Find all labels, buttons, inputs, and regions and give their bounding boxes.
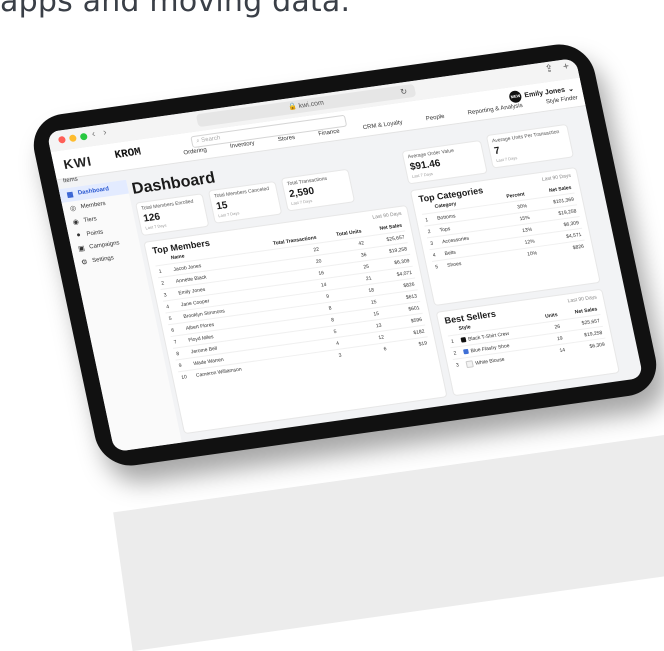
search-placeholder: Search [200, 135, 221, 144]
nav-item-people[interactable]: People [425, 114, 445, 122]
tablet-device: ‹ › 🔒 kwi.com ↻ ⇪ + KWI KROM ⌕ Search ME… [27, 40, 663, 470]
best-sellers-panel: Best Sellers Last 90 Days Style Units Ne… [435, 288, 620, 397]
user-icon: ◎ [69, 205, 77, 213]
nav-item-items[interactable]: Items [63, 177, 79, 185]
browser-actions: ⇪ + [544, 61, 570, 75]
lock-icon: 🔒 [287, 103, 298, 112]
megaphone-icon: ▣ [77, 245, 86, 253]
sidebar-item-label: Points [86, 228, 104, 238]
metric-card-aov: Average Order Value $91.46 Last 7 Days [401, 139, 488, 185]
gear-icon: ⚙ [80, 258, 89, 267]
maximize-window-button[interactable] [79, 132, 88, 141]
nav-item-stores[interactable]: Stores [277, 135, 295, 143]
back-icon[interactable]: ‹ [91, 129, 97, 140]
metric-card-upt: Average Units Per Transaction 7 Last 7 D… [485, 123, 575, 169]
nav-item-ordering[interactable]: Ordering [183, 147, 207, 156]
new-tab-icon[interactable]: + [562, 61, 570, 73]
sidebar-item-label: Dashboard [77, 186, 110, 197]
sidebar-item-label: Tiers [83, 216, 98, 224]
top-members-panel: Top Members Last 90 Days Name Total Tran… [143, 204, 448, 435]
metric-card-enrolled: Total Members Enrolled 126 Last 7 Days [135, 193, 210, 237]
nav-item-crm-loyalty[interactable]: CRM & Loyalty [362, 120, 403, 131]
kwi-logo[interactable]: KWI [62, 153, 93, 172]
url-text: kwi.com [298, 99, 325, 110]
reload-icon[interactable]: ↻ [399, 85, 409, 99]
blouse-thumbnail-icon [465, 359, 474, 368]
sidebar-item-label: Members [80, 200, 107, 211]
main-content: Dashboard Total Members Enrolled 126 Las… [130, 115, 639, 442]
share-icon[interactable]: ⇪ [544, 63, 555, 75]
background-floor [113, 428, 664, 651]
sidebar-item-label: Settings [91, 255, 115, 265]
close-window-button[interactable] [57, 135, 67, 144]
layers-icon: ◉ [72, 218, 80, 227]
coin-icon: ● [75, 231, 82, 240]
top-categories-panel: Top Categories Last 90 Days Category Per… [409, 166, 601, 307]
metric-card-canceled: Total Members Canceled 15 Last 7 Days [207, 180, 283, 224]
tablet-screen: ‹ › 🔒 kwi.com ↻ ⇪ + KWI KROM ⌕ Search ME… [46, 58, 644, 452]
sidebar-item-label: Campaigns [88, 240, 121, 251]
page-title: Dashboard [130, 169, 217, 198]
krom-logo[interactable]: KROM [114, 147, 143, 162]
forward-icon[interactable]: › [102, 127, 108, 138]
search-icon: ⌕ [195, 138, 201, 145]
headline-text: apps and moving data. [0, 0, 351, 19]
grid-icon: ▦ [66, 191, 75, 200]
minimize-window-button[interactable] [68, 134, 78, 143]
sub-nav: Items [63, 177, 79, 185]
shoe-thumbnail-icon [463, 348, 470, 355]
nav-item-reporting[interactable]: Reporting & Analysis [467, 103, 523, 117]
tshirt-thumbnail-icon [460, 336, 467, 343]
avatar: MEW [508, 89, 523, 104]
chevron-down-icon: ⌄ [567, 85, 575, 94]
metric-card-transactions: Total Transactions 2,590 Last 7 Days [280, 168, 356, 212]
window-controls [57, 132, 88, 144]
browser-nav: ‹ › [91, 127, 108, 140]
